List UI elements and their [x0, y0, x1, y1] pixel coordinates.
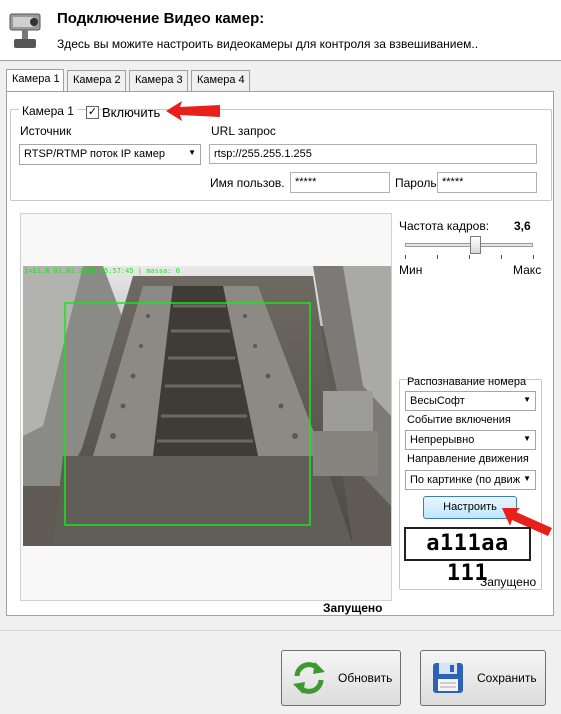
chevron-down-icon: ▼	[521, 474, 531, 483]
refresh-button-label: Обновить	[338, 671, 393, 685]
number-recognition-select[interactable]: ВесыСофт ▼	[405, 391, 536, 411]
trigger-event-label: Событие включения	[407, 414, 511, 426]
source-label: Источник	[20, 124, 72, 138]
license-plate-preview: a111aa 111	[404, 527, 531, 586]
recognition-status: Запущено	[480, 575, 537, 589]
number-recognition-value: ВесыСофт	[410, 395, 465, 407]
frame-rate-value: 3,6	[514, 219, 531, 233]
source-select[interactable]: RTSP/RTMP поток IP камер ▼	[19, 144, 201, 165]
slider-tick	[533, 255, 534, 259]
slider-tick	[405, 255, 406, 259]
floppy-disk-icon	[433, 663, 463, 693]
video-frame	[23, 266, 391, 546]
trigger-event-select[interactable]: Непрерывно ▼	[405, 430, 536, 450]
url-input[interactable]: rtsp://255.255.1.255	[209, 144, 537, 164]
chevron-down-icon: ▼	[188, 148, 196, 157]
trigger-event-value: Непрерывно	[410, 434, 475, 446]
number-recognition-label: Распознавание номера	[407, 376, 527, 388]
chevron-down-icon: ▼	[523, 434, 531, 443]
camera-group-label: Камера 1	[19, 104, 77, 118]
video-overlay-text: 1=11.8 01.02.2016 15:57:45 | massa: 0	[24, 267, 180, 275]
video-status: Запущено	[323, 601, 383, 615]
page-title: Подключение Видео камер:	[57, 10, 265, 27]
slider-min-label: Мин	[399, 263, 423, 277]
save-button-label: Сохранить	[477, 671, 537, 685]
slider-tick	[469, 255, 470, 259]
enable-label[interactable]: Включить	[102, 105, 160, 120]
refresh-icon	[293, 662, 325, 694]
direction-select[interactable]: По картинке (по движ ▼	[405, 470, 536, 490]
password-label: Пароль	[395, 176, 437, 190]
direction-value: По картинке (по движ	[410, 474, 521, 486]
frame-rate-slider-thumb[interactable]	[469, 236, 481, 254]
username-input[interactable]: *****	[290, 172, 390, 193]
slider-max-label: Макс	[513, 263, 542, 277]
header: Подключение Видео камер: Здесь вы можите…	[0, 0, 561, 61]
refresh-button[interactable]: Обновить	[281, 650, 401, 706]
frame-rate-label: Частота кадров:	[399, 219, 490, 233]
tab-camera-2[interactable]: Камера 2	[67, 70, 126, 91]
video-panel: 1=11.8 01.02.2016 15:57:45 | massa: 0	[20, 213, 392, 601]
tab-camera-1[interactable]: Камера 1	[6, 69, 64, 92]
chevron-down-icon: ▼	[523, 395, 531, 404]
slider-tick	[437, 255, 438, 259]
username-label: Имя пользов.	[210, 176, 285, 190]
camera-icon	[9, 13, 41, 48]
tab-camera-3[interactable]: Камера 3	[129, 70, 188, 91]
direction-label: Направление движения	[407, 453, 529, 465]
save-button[interactable]: Сохранить	[420, 650, 546, 706]
tab-camera-4[interactable]: Камера 4	[191, 70, 250, 91]
red-arrow-icon	[166, 101, 220, 121]
page-subtitle: Здесь вы можите настроить видеокамеры дл…	[57, 37, 479, 51]
source-value: RTSP/RTMP поток IP камер	[24, 148, 165, 160]
enable-checkbox[interactable]: ✓	[86, 106, 99, 119]
url-label: URL запрос	[211, 124, 276, 138]
slider-tick	[501, 255, 502, 259]
password-input[interactable]: *****	[437, 172, 537, 193]
